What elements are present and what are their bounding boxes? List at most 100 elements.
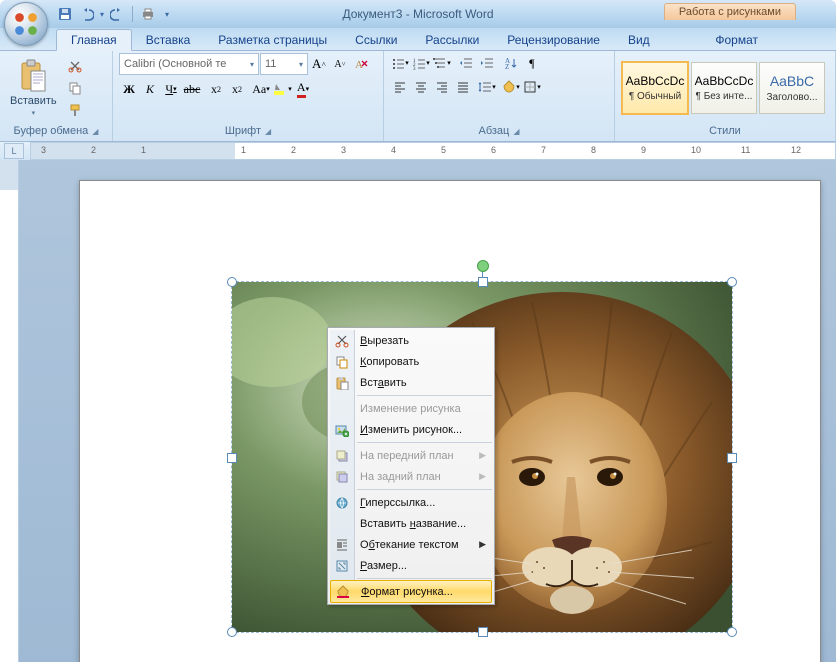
context-menu-item[interactable]: Вставить название... xyxy=(330,513,492,534)
align-center-icon[interactable] xyxy=(411,77,431,97)
underline-icon[interactable]: Ч▾ xyxy=(161,79,181,99)
context-menu-label: Формат рисунка... xyxy=(361,586,453,598)
resize-handle-br[interactable] xyxy=(727,627,737,637)
undo-icon[interactable] xyxy=(78,5,96,23)
style-heading1[interactable]: AaBbCЗаголово... xyxy=(759,62,825,114)
tab-mailings[interactable]: Рассылки xyxy=(411,30,493,50)
context-menu-item[interactable]: Размер... xyxy=(330,555,492,576)
shrink-font-icon[interactable]: A˅ xyxy=(330,54,350,74)
group-clipboard: Вставить ▾ Буфер обмена◢ xyxy=(0,51,113,141)
submenu-arrow-icon: ▶ xyxy=(479,539,486,550)
ruler-tick: 1 xyxy=(241,145,246,155)
context-menu-item[interactable]: Формат рисунка... xyxy=(330,580,492,603)
ruler-tick: 3 xyxy=(341,145,346,155)
highlight-icon[interactable]: ▾ xyxy=(272,79,292,99)
resize-handle-rm[interactable] xyxy=(727,453,737,463)
cut-icon xyxy=(334,333,350,349)
office-button[interactable] xyxy=(4,2,48,46)
ruler-tick: 2 xyxy=(91,145,96,155)
ruler-tick: 8 xyxy=(591,145,596,155)
font-name-value: Calibri (Основной те xyxy=(124,58,226,70)
tab-format[interactable]: Формат xyxy=(697,30,776,50)
tab-layout[interactable]: Разметка страницы xyxy=(204,30,341,50)
tab-selector[interactable]: L xyxy=(4,143,24,159)
picture-tools-label: Работа с рисунками xyxy=(664,3,796,20)
context-menu-item: Изменение рисунка xyxy=(330,398,492,419)
ruler-tick: 7 xyxy=(541,145,546,155)
ruler-tick: 6 xyxy=(491,145,496,155)
style-normal[interactable]: AaBbCcDc¶ Обычный xyxy=(621,61,689,115)
font-launcher-icon[interactable]: ◢ xyxy=(265,127,271,136)
group-styles: AaBbCcDc¶ Обычный AaBbCcDc¶ Без инте... … xyxy=(615,51,836,141)
tab-review[interactable]: Рецензирование xyxy=(493,30,614,50)
ruler-tick: 1 xyxy=(141,145,146,155)
format-painter-icon[interactable] xyxy=(65,100,85,120)
context-menu-separator xyxy=(357,489,492,490)
font-color-icon[interactable]: A▾ xyxy=(293,79,313,99)
font-name-combo[interactable]: Calibri (Основной те▾ xyxy=(119,53,259,75)
context-menu-item[interactable]: Обтекание текстом ▶ xyxy=(330,534,492,555)
save-icon[interactable] xyxy=(56,5,74,23)
resize-handle-lm[interactable] xyxy=(227,453,237,463)
front-icon xyxy=(334,448,350,464)
context-menu-label: Вставить xyxy=(360,377,407,389)
font-size-combo[interactable]: 11▾ xyxy=(260,53,308,75)
inc-indent-icon[interactable] xyxy=(477,53,497,73)
print-icon[interactable] xyxy=(139,5,157,23)
numbering-icon[interactable]: 123▾ xyxy=(411,53,431,73)
resize-handle-bl[interactable] xyxy=(227,627,237,637)
clear-format-icon[interactable]: A xyxy=(351,54,371,74)
clipboard-launcher-icon[interactable]: ◢ xyxy=(92,127,98,136)
copy-icon[interactable] xyxy=(65,78,85,98)
cut-icon[interactable] xyxy=(65,56,85,76)
context-menu-label: Копировать xyxy=(360,356,419,368)
horizontal-ruler[interactable]: 321123456789101112 xyxy=(30,142,836,160)
paste-icon xyxy=(334,375,350,391)
resize-handle-tr[interactable] xyxy=(727,277,737,287)
dec-indent-icon[interactable] xyxy=(456,53,476,73)
context-menu-item[interactable]: Гиперссылка... xyxy=(330,492,492,513)
resize-handle-bm[interactable] xyxy=(478,627,488,637)
redo-icon[interactable] xyxy=(108,5,126,23)
align-left-icon[interactable] xyxy=(390,77,410,97)
subscript-icon[interactable]: x2 xyxy=(206,79,226,99)
context-menu-item[interactable]: Вырезать xyxy=(330,330,492,351)
line-spacing-icon[interactable]: ▾ xyxy=(477,77,497,97)
paragraph-launcher-icon[interactable]: ◢ xyxy=(513,127,519,136)
tab-home[interactable]: Главная xyxy=(56,29,132,51)
clipboard-label: Буфер обмена xyxy=(14,125,89,137)
italic-icon[interactable]: К xyxy=(140,79,160,99)
context-menu-item[interactable]: Копировать xyxy=(330,351,492,372)
context-menu-label: Обтекание текстом xyxy=(360,539,459,551)
bullets-icon[interactable]: ▾ xyxy=(390,53,410,73)
align-right-icon[interactable] xyxy=(432,77,452,97)
vertical-ruler[interactable] xyxy=(0,160,19,662)
ruler-tick: 12 xyxy=(791,145,801,155)
tab-references[interactable]: Ссылки xyxy=(341,30,411,50)
shading-icon[interactable]: ▾ xyxy=(501,77,521,97)
resize-handle-tl[interactable] xyxy=(227,277,237,287)
multilevel-icon[interactable]: ▾ xyxy=(432,53,452,73)
paste-button[interactable]: Вставить ▾ xyxy=(6,57,61,119)
strike-icon[interactable]: abc xyxy=(182,79,202,99)
change-case-icon[interactable]: Aa▾ xyxy=(251,79,271,99)
grow-font-icon[interactable]: A˄ xyxy=(309,54,329,74)
context-menu-separator xyxy=(357,395,492,396)
context-menu-item[interactable]: Изменить рисунок... xyxy=(330,419,492,440)
context-menu-item[interactable]: Вставить xyxy=(330,372,492,393)
sort-icon[interactable]: AZ xyxy=(501,53,521,73)
superscript-icon[interactable]: x2 xyxy=(227,79,247,99)
style-no-spacing[interactable]: AaBbCcDc¶ Без инте... xyxy=(691,62,757,114)
rotate-handle[interactable] xyxy=(477,260,489,272)
tab-view[interactable]: Вид xyxy=(614,30,664,50)
resize-handle-tm[interactable] xyxy=(478,277,488,287)
justify-icon[interactable] xyxy=(453,77,473,97)
paragraph-group-label: Абзац xyxy=(478,125,509,137)
borders-icon[interactable]: ▾ xyxy=(522,77,542,97)
quick-access-toolbar: ▾ ▾ xyxy=(56,5,169,23)
context-menu-label: Вставить название... xyxy=(360,518,466,530)
bold-icon[interactable]: Ж xyxy=(119,79,139,99)
context-menu-item: На задний план▶ xyxy=(330,466,492,487)
tab-insert[interactable]: Вставка xyxy=(132,30,205,50)
show-marks-icon[interactable]: ¶ xyxy=(522,53,542,73)
